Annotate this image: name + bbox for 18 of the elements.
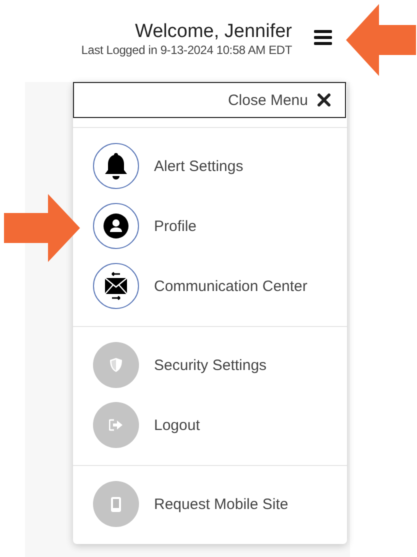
menu-item[interactable]: Communication Center [73,256,347,316]
pointer-arrow [346,4,416,76]
menu-item[interactable]: Logout [73,395,347,455]
envelope-icon [102,272,130,300]
bell-icon [103,152,129,180]
menu-item[interactable]: Security Settings [73,335,347,395]
shield-icon [110,358,122,372]
menu-item[interactable]: Profile [73,196,347,256]
phone-icon [111,496,121,512]
user-icon [103,213,129,239]
exit-icon [109,419,123,431]
menu-item[interactable]: Request Mobile Site [73,474,347,534]
welcome-text: Welcome, Jennifer [135,20,292,42]
last-login-text: Last Logged in 9-13-2024 10:58 AM EDT [81,42,292,58]
menu-icon[interactable] [314,29,332,45]
menu-item[interactable]: Alert Settings [73,136,347,196]
close-menu-button[interactable]: Close Menu [73,82,346,118]
close-icon [317,93,331,107]
